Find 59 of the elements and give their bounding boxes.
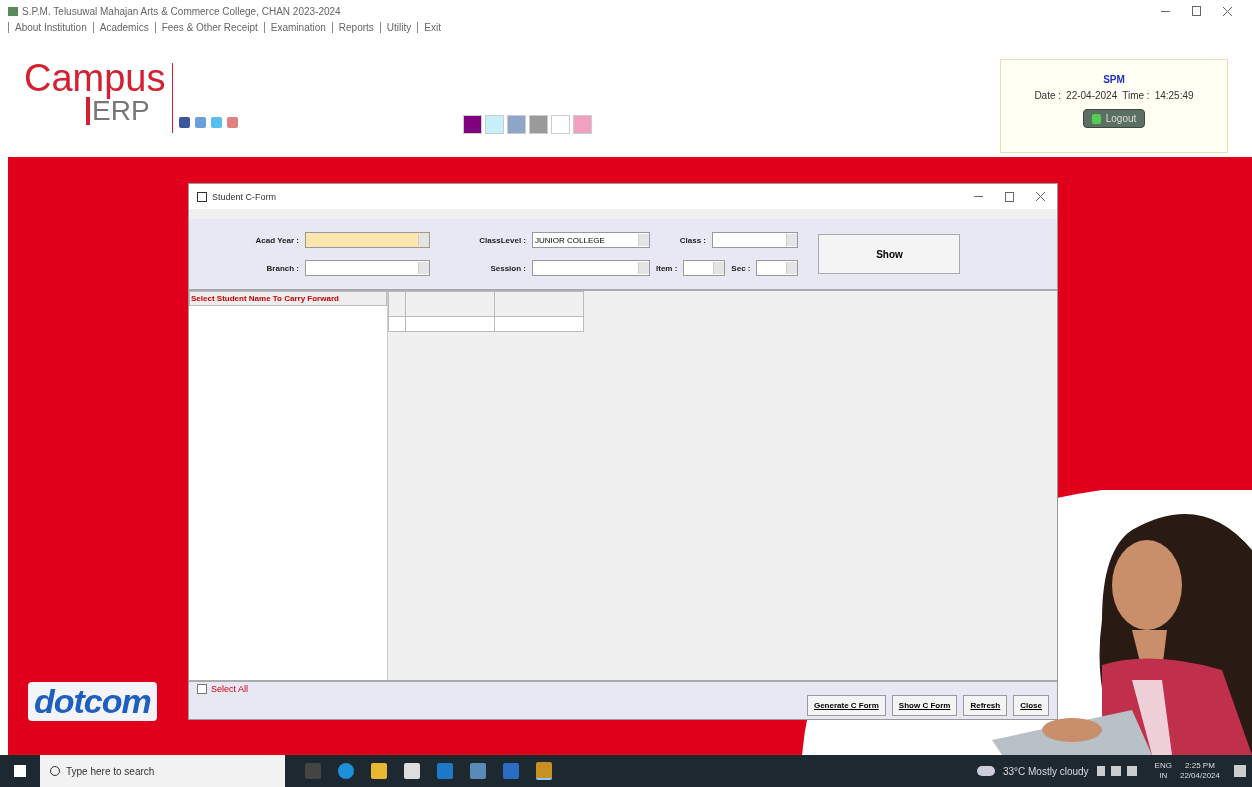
theme-swatch[interactable]: [484, 115, 504, 134]
menu-item[interactable]: Exit: [417, 22, 447, 33]
dropdown-field[interactable]: [305, 260, 430, 276]
social-icon[interactable]: [178, 117, 190, 128]
action-button[interactable]: Show C Form: [891, 695, 958, 716]
show-button[interactable]: Show: [818, 234, 961, 274]
clock-time: 2:25 PM: [1185, 761, 1215, 771]
action-button[interactable]: Generate C Form: [806, 695, 886, 716]
theme-swatch[interactable]: [550, 115, 570, 134]
time-label: Time :: [1122, 90, 1150, 101]
menu-item[interactable]: Fees & Other Receipt: [154, 22, 264, 33]
action-button[interactable]: Refresh: [963, 695, 1008, 716]
menu-item[interactable]: Reports: [331, 22, 380, 33]
field-label: Branch :: [265, 263, 299, 273]
dropdown-field[interactable]: [305, 232, 430, 248]
search-field[interactable]: Type here to search: [40, 755, 285, 787]
field-label: Item :: [656, 263, 678, 273]
time-value: 14:25:49: [1154, 90, 1194, 101]
maximize-icon[interactable]: [1005, 191, 1014, 202]
date-label: Date :: [1034, 90, 1062, 101]
list-header: Select Student Name To Carry Forward: [189, 291, 387, 306]
dropdown-field[interactable]: [683, 260, 726, 276]
window-title: S.P.M. Telusuwal Mahajan Arts & Commerce College, CHAN 2023-2024: [22, 5, 341, 17]
dropdown-field[interactable]: JUNIOR COLLEGE: [532, 232, 650, 248]
theme-swatch[interactable]: [506, 115, 526, 134]
dropdown-field[interactable]: [532, 260, 650, 276]
minimize-icon[interactable]: [1161, 10, 1170, 12]
clock-date: 22/04/2024: [1179, 771, 1220, 781]
theme-swatch[interactable]: [528, 115, 548, 134]
logout-button[interactable]: Logout: [1082, 109, 1146, 128]
date-value: 22-04-2024: [1066, 90, 1118, 101]
menu-item[interactable]: Academics: [92, 22, 155, 33]
menu-item[interactable]: About Institution: [8, 22, 93, 33]
field-label: Class :: [678, 235, 706, 245]
weather-text: 33°C Mostly cloudy: [1002, 765, 1089, 777]
form-icon: [197, 191, 207, 202]
field-label: Sec :: [731, 263, 751, 273]
theme-swatch[interactable]: [572, 115, 592, 134]
field-label: ClassLevel :: [478, 235, 526, 245]
logo-text: Campus: [24, 59, 166, 97]
form-title: Student C-Form: [212, 191, 277, 202]
close-icon[interactable]: [1036, 192, 1045, 201]
close-icon[interactable]: [1223, 6, 1232, 16]
region-text: IN: [1159, 771, 1168, 781]
dropdown-field[interactable]: [712, 232, 799, 248]
brand-logo: dotcom: [28, 682, 157, 721]
theme-swatch[interactable]: [462, 115, 482, 134]
checkbox[interactable]: [197, 684, 207, 694]
menu-item[interactable]: Examination: [263, 22, 332, 33]
field-label: Acad Year :: [254, 235, 299, 245]
menu-item[interactable]: Utility: [379, 22, 418, 33]
student-list[interactable]: Select Student Name To Carry Forward: [189, 291, 388, 680]
action-button[interactable]: Close: [1013, 695, 1049, 716]
checkbox-label: Select All: [211, 684, 249, 694]
maximize-icon[interactable]: [1192, 6, 1201, 16]
user-name: SPM: [1103, 74, 1125, 85]
language-text: ENG: [1154, 761, 1172, 771]
dropdown-field[interactable]: [756, 260, 799, 276]
field-label: Session :: [489, 263, 526, 273]
